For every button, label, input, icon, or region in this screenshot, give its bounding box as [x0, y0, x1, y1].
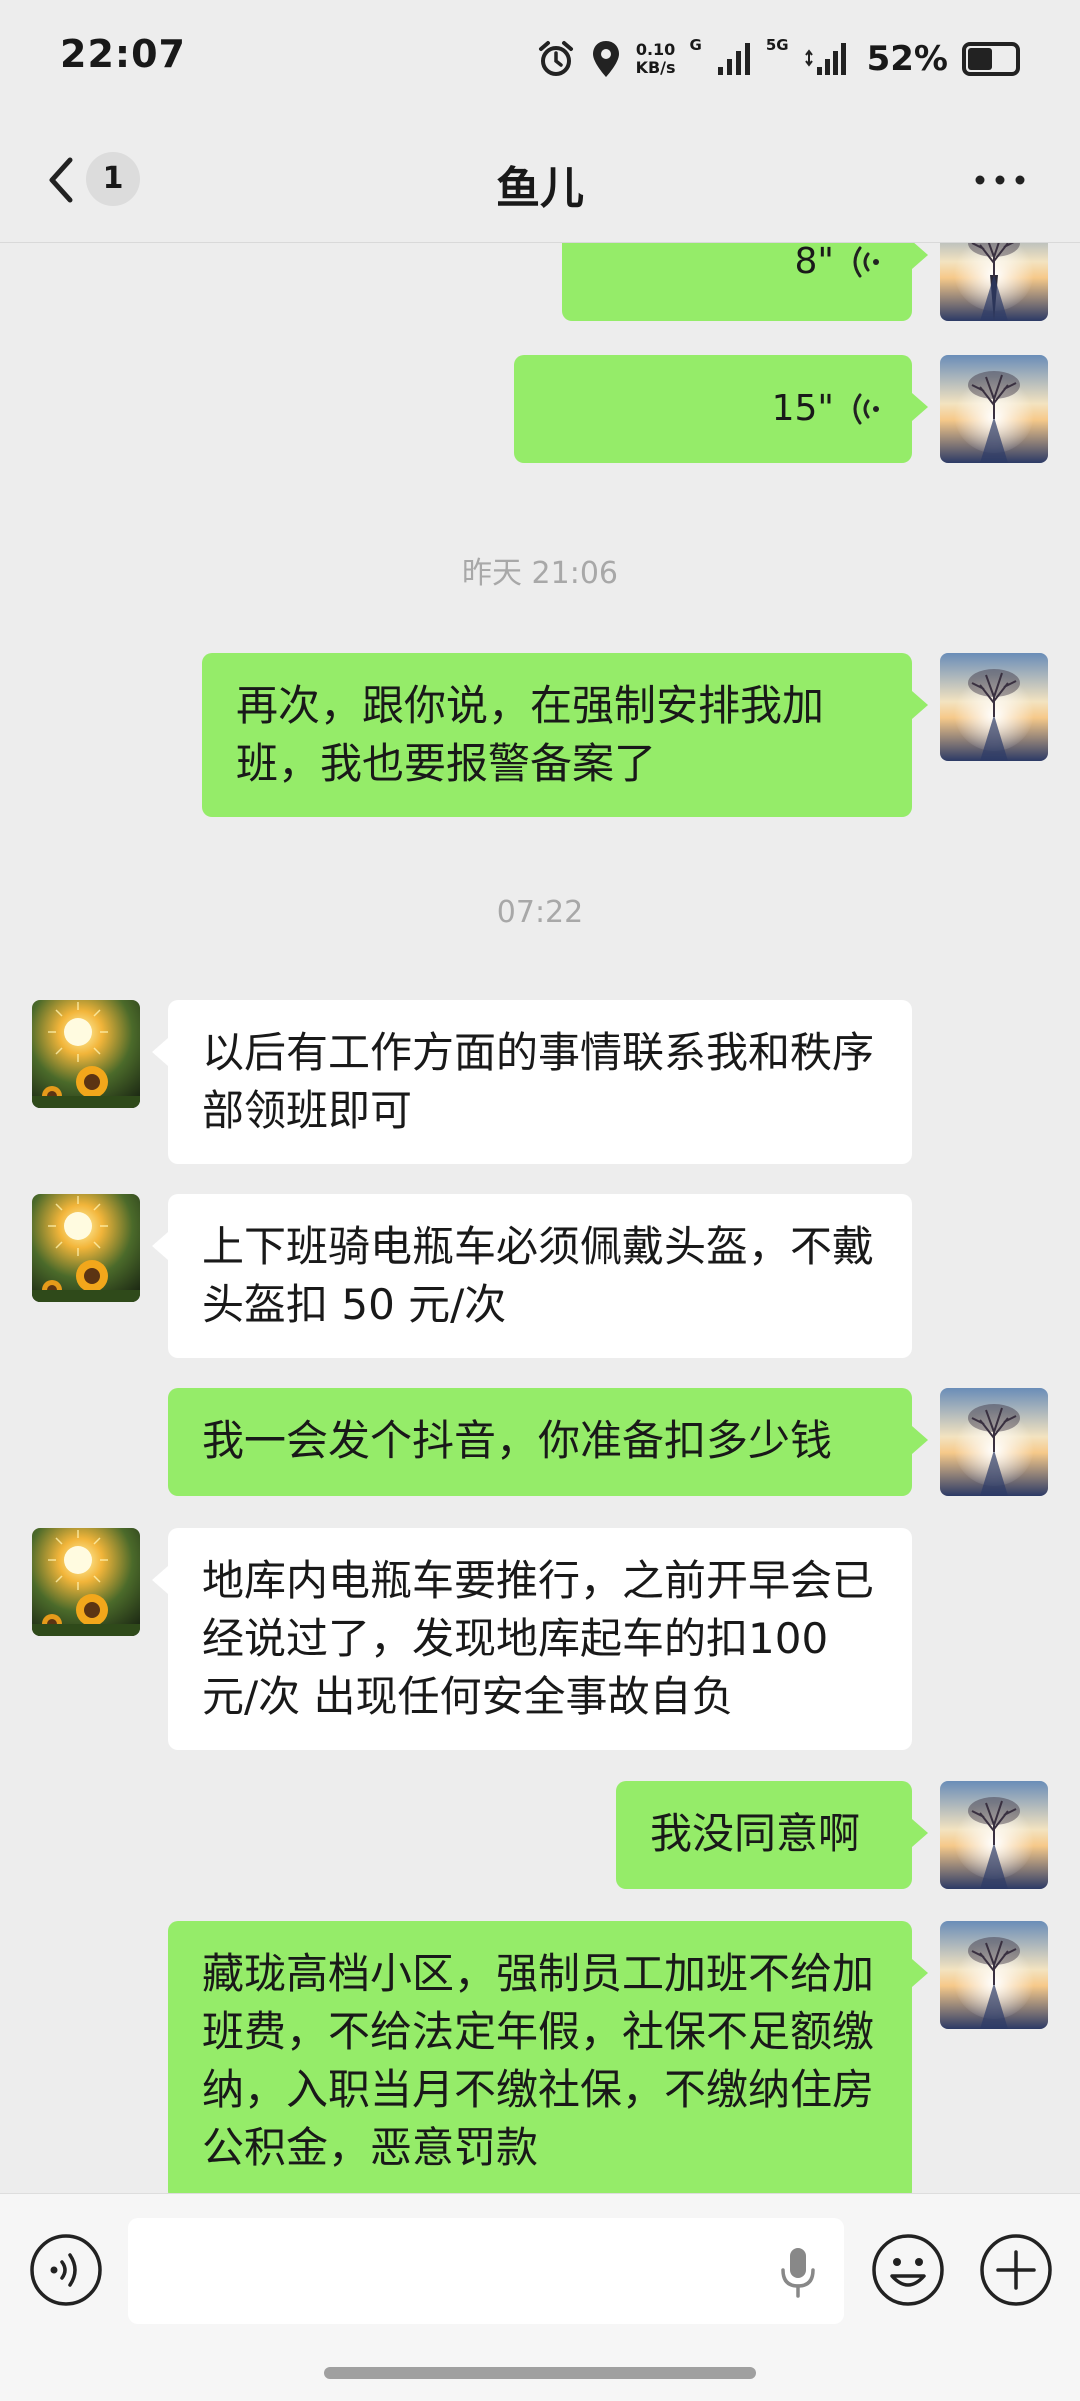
- tree-avatar-image: [940, 653, 1048, 761]
- text-message[interactable]: 藏珑高档小区，强制员工加班不给加班费，不给法定年假，社保不足额缴纳，入职当月不缴…: [168, 1921, 928, 2193]
- sim2-label: 5G: [765, 36, 789, 54]
- battery-percent: 52%: [866, 39, 948, 79]
- text-message[interactable]: 上下班骑电瓶车必须佩戴头盔，不戴头盔扣 50 元/次: [152, 1194, 912, 1358]
- voice-input-icon[interactable]: [28, 2232, 104, 2308]
- my-avatar[interactable]: [940, 1921, 1048, 2029]
- chat-header: 1 鱼儿: [0, 120, 1080, 243]
- text-message[interactable]: 我一会发个抖音，你准备扣多少钱: [168, 1388, 928, 1496]
- sunflower-avatar-image: [32, 1194, 140, 1302]
- status-bar: 22:07 0.10 KB/s G 5G 52%: [0, 0, 1080, 120]
- contact-avatar[interactable]: [32, 1000, 140, 1108]
- voice-message[interactable]: 15": [514, 355, 928, 463]
- tree-avatar-image: [940, 1781, 1048, 1889]
- my-avatar[interactable]: [940, 1781, 1048, 1889]
- voice-wave-icon: [853, 393, 879, 425]
- timestamp: 07:22: [496, 895, 584, 930]
- tree-avatar-image: [940, 1921, 1048, 2029]
- tree-avatar-image: [940, 243, 1048, 321]
- sunflower-avatar-image: [32, 1000, 140, 1108]
- voice-message[interactable]: 8": [562, 243, 928, 321]
- message-text: 藏珑高档小区，强制员工加班不给加班费，不给法定年假，社保不足额缴纳，入职当月不缴…: [202, 1949, 875, 2172]
- message-text: 我没同意啊: [650, 1809, 861, 1858]
- text-message[interactable]: 我没同意啊: [616, 1781, 928, 1889]
- timestamp: 昨天 21:06: [462, 556, 618, 591]
- text-message[interactable]: 地库内电瓶车要推行，之前开早会已经说过了，发现地库起车的扣100 元/次 出现任…: [152, 1528, 912, 1750]
- more-icon[interactable]: [970, 160, 1030, 200]
- network-speed: 0.10 KB/s: [635, 40, 676, 77]
- message-list[interactable]: 8" 15" 昨天 21:06 再次，跟你说，在强制安排我加班，我也要报警备案了…: [0, 243, 1080, 2193]
- battery-icon: [962, 42, 1020, 76]
- my-avatar[interactable]: [940, 243, 1048, 321]
- voice-duration: 8": [794, 243, 834, 282]
- signal-icon: [804, 43, 846, 75]
- message-text: 我一会发个抖音，你准备扣多少钱: [202, 1416, 833, 1465]
- tree-avatar-image: [940, 1388, 1048, 1496]
- status-icons: 0.10 KB/s G 5G 52%: [536, 34, 1020, 84]
- message-text: 以后有工作方面的事情联系我和秩序部领班即可: [202, 1028, 875, 1135]
- sunflower-avatar-image: [32, 1528, 140, 1636]
- signal-icon: [717, 43, 750, 75]
- emoji-icon[interactable]: [870, 2232, 946, 2308]
- location-icon: [592, 41, 619, 77]
- chat-title: 鱼儿: [496, 163, 584, 214]
- text-message[interactable]: 以后有工作方面的事情联系我和秩序部领班即可: [152, 1000, 912, 1164]
- contact-avatar[interactable]: [32, 1528, 140, 1636]
- my-avatar[interactable]: [940, 1388, 1048, 1496]
- status-time: 22:07: [60, 32, 186, 76]
- tree-avatar-image: [940, 355, 1048, 463]
- message-text: 上下班骑电瓶车必须佩戴头盔，不戴头盔扣 50 元/次: [202, 1222, 875, 1329]
- microphone-icon[interactable]: [778, 2246, 818, 2298]
- plus-icon[interactable]: [978, 2232, 1054, 2308]
- message-input[interactable]: [128, 2218, 844, 2324]
- message-text: 再次，跟你说，在强制安排我加班，我也要报警备案了: [236, 681, 825, 788]
- voice-wave-icon: [853, 246, 879, 278]
- my-avatar[interactable]: [940, 653, 1048, 761]
- alarm-icon: [538, 41, 573, 76]
- sim1-label: G: [689, 36, 702, 54]
- message-text: 地库内电瓶车要推行，之前开早会已经说过了，发现地库起车的扣100 元/次 出现任…: [202, 1556, 875, 1721]
- home-indicator[interactable]: [324, 2367, 756, 2379]
- my-avatar[interactable]: [940, 355, 1048, 463]
- text-message[interactable]: 再次，跟你说，在强制安排我加班，我也要报警备案了: [202, 653, 928, 817]
- contact-avatar[interactable]: [32, 1194, 140, 1302]
- voice-duration: 15": [771, 388, 834, 429]
